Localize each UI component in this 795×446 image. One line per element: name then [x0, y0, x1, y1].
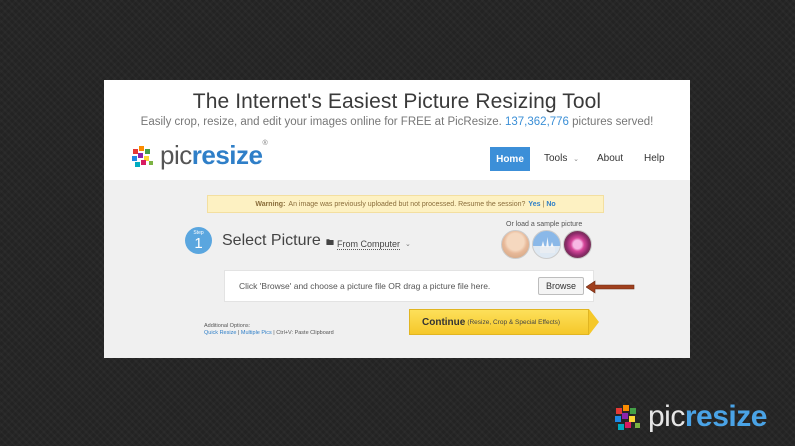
continue-button[interactable]: Continue (Resize, Crop & Special Effects…: [409, 309, 589, 335]
nav-home[interactable]: Home: [490, 147, 530, 171]
served-count: 137,362,776: [505, 116, 569, 128]
multiple-pics-link[interactable]: Multiple Pics: [241, 330, 272, 336]
warning-separator: |: [542, 200, 545, 208]
sample-thumb-flower[interactable]: [563, 230, 592, 259]
screenshot-frame: The Internet's Easiest Picture Resizing …: [104, 80, 690, 358]
file-drop-zone[interactable]: Click 'Browse' and choose a picture file…: [224, 270, 594, 302]
warning-text: An image was previously uploaded but not…: [288, 200, 526, 208]
continue-arrow-tip[interactable]: [589, 309, 599, 335]
brand-text: picresize: [648, 400, 767, 433]
upload-panel: Warning: An image was previously uploade…: [104, 180, 690, 358]
chevron-down-icon: ⌄: [405, 241, 411, 248]
additional-options: Additional Options: Quick Resize | Multi…: [204, 323, 334, 337]
browse-button[interactable]: Browse: [538, 277, 584, 295]
page-title: The Internet's Easiest Picture Resizing …: [192, 90, 602, 113]
chevron-down-icon: ⌄: [573, 156, 580, 163]
pointer-arrow-icon: [586, 280, 635, 294]
source-dropdown[interactable]: 🖿 From Computer ⌄: [326, 237, 411, 251]
warning-label: Warning:: [255, 200, 286, 208]
logo-mosaic-icon: [132, 146, 153, 167]
sample-picture-label: Or load a sample picture: [506, 221, 583, 228]
quick-resize-link[interactable]: Quick Resize: [204, 330, 236, 336]
select-picture-heading: Select Picture: [222, 232, 321, 249]
paste-clipboard-text: Ctrl+V: Paste Clipboard: [276, 330, 334, 336]
subtitle-text: Easily crop, resize, and edit your image…: [140, 116, 502, 128]
continue-label: Continue: [422, 316, 466, 328]
page-subtitle: Easily crop, resize, and edit your image…: [104, 116, 690, 128]
logo-text: picresize®: [160, 140, 268, 170]
nav-help[interactable]: Help: [644, 153, 665, 164]
nav-tools[interactable]: Tools ⌄: [544, 153, 579, 164]
nav-tools-label: Tools: [544, 153, 568, 164]
warning-banner: Warning: An image was previously uploade…: [207, 195, 604, 213]
drop-prompt: Click 'Browse' and choose a picture file…: [239, 281, 491, 291]
subtitle-suffix: pictures served!: [572, 116, 654, 128]
nav-about[interactable]: About: [597, 153, 623, 164]
source-value: From Computer: [337, 238, 401, 250]
additional-options-label: Additional Options:: [204, 323, 251, 329]
sample-thumb-castle[interactable]: [532, 230, 561, 259]
brand-mosaic-icon: [615, 405, 640, 430]
step-number: 1: [194, 235, 203, 252]
resume-yes-link[interactable]: Yes: [528, 201, 540, 208]
resume-no-link[interactable]: No: [546, 201, 555, 208]
continue-sublabel: (Resize, Crop & Special Effects): [467, 318, 561, 326]
folder-icon: 🖿: [326, 238, 334, 247]
step-badge: Step 1: [185, 227, 212, 254]
sample-thumb-baby[interactable]: [501, 230, 530, 259]
castle-shape: [540, 237, 555, 253]
